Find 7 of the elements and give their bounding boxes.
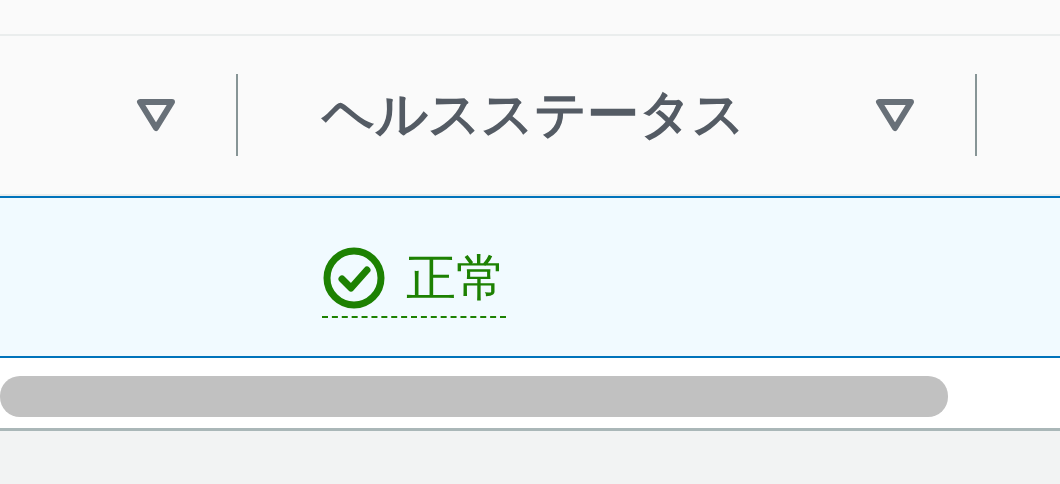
- sort-caret-icon[interactable]: [136, 98, 176, 132]
- status-text: 正常: [406, 250, 506, 306]
- table-row[interactable]: 正常: [0, 196, 1060, 358]
- check-circle-icon: [322, 246, 386, 310]
- sort-caret-icon[interactable]: [875, 98, 915, 132]
- scrollbar-thumb[interactable]: [0, 376, 948, 417]
- column-header[interactable]: ヘルスステータス: [322, 80, 745, 150]
